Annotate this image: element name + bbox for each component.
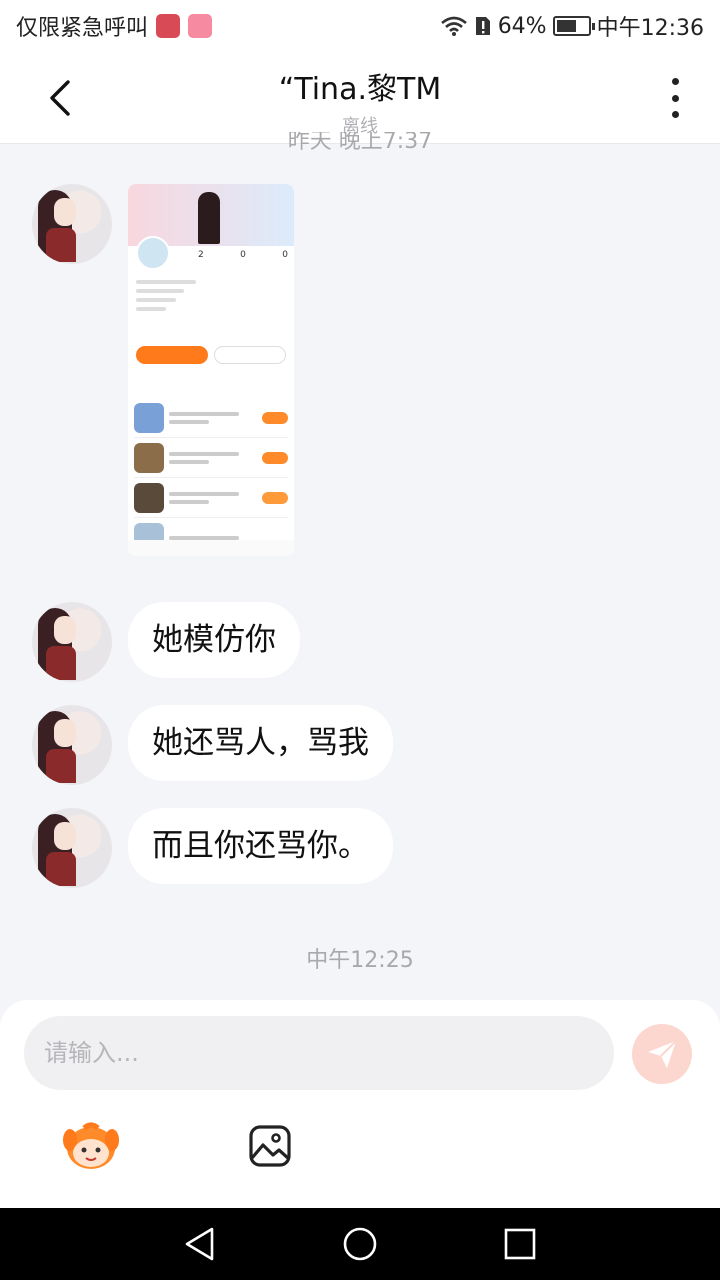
message-row: 而且你还骂你。 — [32, 808, 393, 888]
app-notification-icon — [188, 14, 213, 38]
more-icon[interactable] — [660, 78, 690, 118]
carrier-text: 仅限紧急呼叫 — [16, 16, 149, 41]
avatar[interactable] — [32, 602, 112, 682]
message-row: 200 — [32, 184, 294, 556]
image-icon[interactable] — [248, 1124, 292, 1168]
app-notification-icon — [156, 14, 181, 38]
image-message[interactable]: 200 — [128, 184, 294, 556]
battery-percent: 64% — [497, 13, 547, 39]
send-icon — [648, 1040, 677, 1068]
message-bubble[interactable]: 她模仿你 — [128, 602, 300, 678]
battery-icon — [552, 16, 595, 36]
timestamp: 中午12:25 — [306, 948, 414, 973]
contact-name: “Tina.黎TM — [278, 72, 442, 107]
nav-recents-icon[interactable] — [502, 1226, 538, 1262]
timestamp: 昨天 晚上7:37 — [287, 132, 433, 152]
emoji-mascot-icon[interactable] — [62, 1120, 120, 1172]
message-row: 她还骂人，骂我 — [32, 705, 393, 785]
wifi-icon — [440, 16, 467, 36]
header-title-block: “Tina.黎TM 离线 — [0, 64, 720, 138]
status-bar: 仅限紧急呼叫 64% 中午12:36 — [0, 0, 720, 52]
sim-alert-icon — [475, 17, 490, 35]
send-button[interactable] — [632, 1024, 692, 1084]
message-row: 她模仿你 — [32, 602, 300, 682]
system-nav-bar — [0, 1208, 720, 1280]
input-panel — [0, 1000, 720, 1208]
message-bubble[interactable]: 而且你还骂你。 — [128, 808, 393, 884]
nav-back-icon[interactable] — [182, 1226, 218, 1262]
message-bubble[interactable]: 她还骂人，骂我 — [128, 705, 393, 781]
nav-home-icon[interactable] — [342, 1226, 378, 1262]
avatar[interactable] — [32, 705, 112, 785]
clock: 中午12:36 — [596, 16, 704, 41]
message-input[interactable] — [24, 1016, 614, 1090]
avatar[interactable] — [32, 808, 112, 888]
avatar[interactable] — [32, 184, 112, 264]
chat-header: “Tina.黎TM 离线 — [0, 52, 720, 144]
